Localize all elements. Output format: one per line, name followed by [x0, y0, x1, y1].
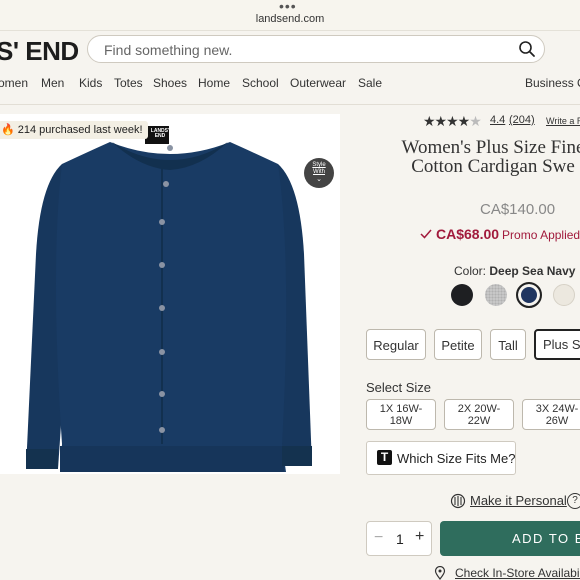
size-option-text: 2X 20W- — [457, 403, 501, 415]
nav-item-sale[interactable]: Sale — [358, 76, 382, 90]
fit-option-regular[interactable]: Regular — [366, 329, 426, 360]
nav-item-school[interactable]: School — [242, 76, 279, 90]
color-label-text: Color: — [454, 264, 487, 278]
which-size-fits-button[interactable]: T Which Size Fits Me? — [366, 441, 516, 475]
fit-option-plus-size[interactable]: Plus Siz — [534, 329, 580, 360]
purchase-badge-text: 214 purchased last week! — [17, 124, 143, 136]
size-option-text: 3X 24W- — [535, 403, 579, 415]
chevron-down-icon: ⌄ — [316, 176, 322, 183]
write-review-link[interactable]: Write a R — [546, 116, 580, 126]
size-option-text: 18W — [389, 415, 413, 427]
rating-stars[interactable]: ★★★★★ — [423, 113, 482, 130]
check-icon — [420, 229, 432, 239]
true-fit-icon: T — [377, 450, 392, 465]
size-option-text: 22W — [467, 415, 491, 427]
color-label: Color: Deep Sea Navy — [454, 264, 575, 278]
quantity-stepper: − 1 + — [366, 521, 432, 556]
purchase-badge: 🔥 214 purchased last week! — [0, 121, 148, 139]
quantity-decrease-button[interactable]: − — [374, 529, 383, 547]
size-option-text: 26W — [545, 415, 569, 427]
more-options-icon[interactable]: ••• — [279, 0, 297, 13]
sale-price: CA$68.00 — [436, 226, 500, 242]
help-icon[interactable]: ? — [567, 493, 580, 509]
original-price: CA$140.00 — [480, 201, 556, 218]
sale-price-row: CA$68.00 Promo Applied — [420, 226, 580, 244]
nav-item-women[interactable]: omen — [0, 76, 28, 90]
cardigan-illustration — [26, 126, 312, 472]
nav-item-kids[interactable]: Kids — [79, 76, 102, 90]
fit-option-petite[interactable]: Petite — [434, 329, 482, 360]
style-with-button[interactable]: Style With ⌄ — [304, 158, 334, 188]
which-size-fits-label: Which Size Fits Me? — [397, 451, 516, 466]
quantity-value[interactable]: 1 — [396, 531, 404, 547]
nav-item-outerwear[interactable]: Outerwear — [290, 76, 346, 90]
url-bar[interactable]: landsend.com — [0, 13, 580, 25]
nav-item-men[interactable]: Men — [41, 76, 64, 90]
review-count[interactable]: (204) — [509, 114, 535, 126]
quantity-increase-button[interactable]: + — [415, 528, 424, 546]
nav-item-totes[interactable]: Totes — [114, 76, 143, 90]
location-pin-icon — [434, 566, 446, 580]
size-option-2x[interactable]: 2X 20W- 22W — [444, 399, 514, 430]
color-swatch-gray[interactable] — [485, 284, 507, 306]
brand-tag: LANDS' END — [150, 128, 170, 139]
fire-icon: 🔥 — [1, 124, 15, 136]
select-size-label: Select Size — [366, 380, 432, 395]
selected-color-name: Deep Sea Navy — [489, 264, 576, 278]
color-swatch-ivory[interactable] — [553, 284, 575, 306]
search-bar[interactable]: Find something new. — [87, 35, 545, 63]
product-image[interactable] — [0, 114, 340, 474]
monogram-icon — [450, 493, 466, 509]
color-swatch-deep-sea-navy[interactable] — [516, 282, 542, 308]
main-nav: omen Men Kids Totes Shoes Home School Ou… — [0, 76, 580, 94]
style-with-label: Style With — [312, 162, 326, 175]
nav-item-shoes[interactable]: Shoes — [153, 76, 187, 90]
size-option-3x[interactable]: 3X 24W- 26W — [522, 399, 580, 430]
nav-item-home[interactable]: Home — [198, 76, 230, 90]
check-store-availability-link[interactable]: Check In-Store Availability — [455, 566, 580, 580]
brand-logo[interactable]: S' END — [0, 36, 79, 67]
promo-applied-text: Promo Applied — [502, 228, 580, 242]
search-icon[interactable] — [518, 40, 536, 58]
add-to-bag-button[interactable]: ADD TO BA — [440, 521, 580, 556]
fit-option-tall[interactable]: Tall — [490, 329, 526, 360]
size-option-text: 1X 16W- — [379, 403, 423, 415]
make-it-personal-link[interactable]: Make it Personal — [470, 493, 567, 508]
size-option-1x[interactable]: 1X 16W- 18W — [366, 399, 436, 430]
nav-divider — [0, 104, 580, 105]
color-swatch-black[interactable] — [451, 284, 473, 306]
search-input[interactable]: Find something new. — [104, 42, 232, 58]
product-title: Women's Plus Size Fine Cotton Cardigan S… — [401, 137, 580, 177]
rating-value[interactable]: 4.4 — [490, 114, 505, 126]
nav-item-business[interactable]: Business Ou — [525, 76, 580, 90]
